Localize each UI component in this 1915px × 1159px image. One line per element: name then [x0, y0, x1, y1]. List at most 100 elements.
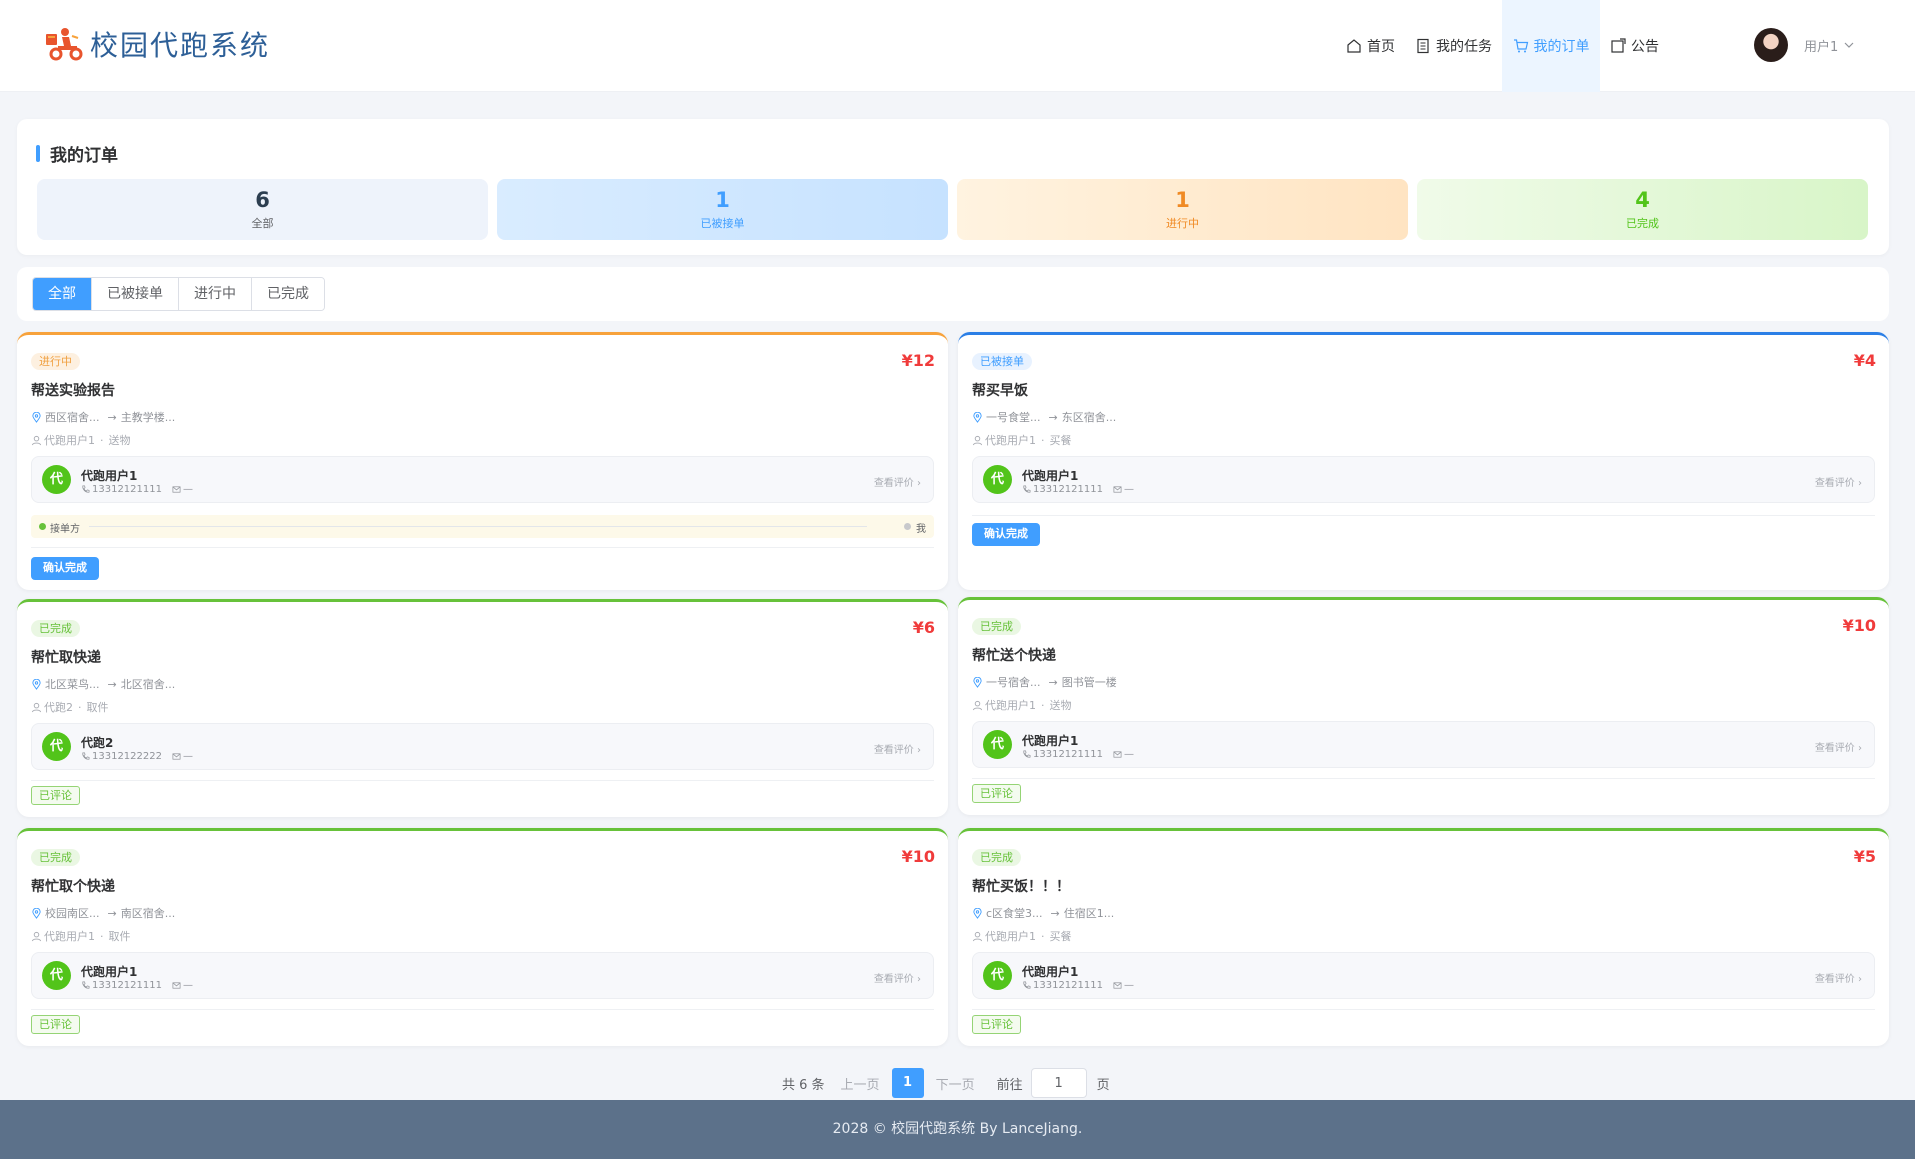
- runner-email: —: [1124, 484, 1134, 495]
- chevron-down-icon: [1844, 42, 1854, 48]
- runner-email: —: [183, 980, 193, 991]
- phone-icon: [1023, 981, 1031, 989]
- confirm-complete-button[interactable]: 确认完成: [972, 523, 1040, 546]
- runner-panel: 代 代跑用户1 13312121111 — 查看评价 ›: [972, 456, 1875, 503]
- route-from: c区食堂3...: [986, 907, 1043, 920]
- runner-email-wrap: —: [172, 980, 193, 991]
- reviewed-tag: 已评论: [972, 1015, 1021, 1034]
- order-summary-card: 我的订单 6 全部 1 已被接单 1 进行中 4 已完成: [17, 119, 1889, 255]
- goto-page-input[interactable]: [1030, 1068, 1087, 1098]
- pagination-total: 共 6 条: [782, 1077, 825, 1093]
- route-from: 一号宿舍...: [986, 676, 1041, 689]
- page-title: 我的订单: [36, 141, 118, 166]
- order-price: ¥10: [901, 847, 935, 866]
- meta-runner: 代跑用户1: [985, 930, 1036, 943]
- route-to: 南区宿舍...: [120, 907, 176, 920]
- runner-panel: 代 代跑2 13312122222 — 查看评价 ›: [31, 723, 934, 770]
- progress-end-label: 我: [916, 524, 926, 535]
- nav-label: 我的订单: [1533, 39, 1590, 55]
- order-card: 已完成 ¥10 帮忙取个快递 校园南区... → 南区宿舍... 代跑用户1 ·…: [17, 828, 948, 1046]
- order-card: 已完成 ¥10 帮忙送个快递 一号宿舍... → 图书管一楼 代跑用户1 · 送…: [958, 597, 1889, 815]
- status-badge: 已完成: [31, 620, 80, 637]
- stat-completed[interactable]: 4 已完成: [1417, 179, 1868, 240]
- mail-icon: [172, 486, 181, 493]
- view-review-link[interactable]: 查看评价 ›: [874, 474, 921, 489]
- cart-icon: [1513, 39, 1528, 53]
- order-route: 北区菜鸟... → 北区宿舍...: [31, 676, 175, 692]
- order-card: 已完成 ¥5 帮忙买饭！！！ c区食堂3... → 住宿区1... 代跑用户1 …: [958, 828, 1889, 1046]
- prev-page-button[interactable]: 上一页: [837, 1074, 884, 1093]
- main-nav: 首页 我的任务 我的订单 公告: [1336, 0, 1669, 92]
- runner-name: 代跑用户1: [81, 965, 138, 979]
- nav-item-notice[interactable]: 公告: [1600, 0, 1669, 92]
- view-review-link[interactable]: 查看评价 ›: [1815, 474, 1862, 489]
- nav-item-home[interactable]: 首页: [1336, 0, 1405, 92]
- runner-name: 代跑2: [81, 736, 114, 750]
- meta-runner: 代跑用户1: [44, 434, 95, 447]
- order-price: ¥4: [1853, 351, 1876, 370]
- user-icon: [31, 931, 42, 941]
- status-badge: 进行中: [31, 353, 80, 370]
- route-to: 东区宿舍...: [1061, 411, 1117, 424]
- status-badge: 已完成: [31, 849, 80, 866]
- order-title: 帮送实验报告: [31, 383, 115, 399]
- user-menu[interactable]: 用户1: [1754, 28, 1854, 62]
- meta-type: 取件: [86, 701, 109, 714]
- logo[interactable]: 校园代跑系统: [44, 24, 270, 64]
- phone-icon: [82, 981, 90, 989]
- order-price: ¥12: [901, 351, 935, 370]
- page-unit-label: 页: [1096, 1077, 1110, 1093]
- delivery-scooter-icon: [46, 28, 83, 61]
- confirm-complete-button[interactable]: 确认完成: [31, 557, 99, 580]
- meta-runner: 代跑用户1: [985, 434, 1036, 447]
- view-review-link[interactable]: 查看评价 ›: [1815, 970, 1862, 985]
- order-meta: 代跑2 · 取件: [31, 699, 109, 715]
- order-title: 帮买早饭: [972, 383, 1028, 399]
- nav-item-my-orders[interactable]: 我的订单: [1502, 0, 1600, 92]
- runner-contact: 13312121111 —: [81, 484, 193, 495]
- view-review-link[interactable]: 查看评价 ›: [874, 970, 921, 985]
- stat-all[interactable]: 6 全部: [37, 179, 488, 240]
- next-page-button[interactable]: 下一页: [932, 1074, 979, 1093]
- meta-type: 取件: [108, 930, 131, 943]
- page-number-current[interactable]: 1: [891, 1068, 924, 1098]
- arrow-right-icon: →: [1048, 410, 1058, 424]
- view-review-link[interactable]: 查看评价 ›: [874, 741, 921, 756]
- tab-in-progress[interactable]: 进行中: [178, 278, 251, 310]
- footer: 2028 © 校园代跑系统 By LanceJiang.: [0, 1100, 1915, 1159]
- view-review-link[interactable]: 查看评价 ›: [1815, 739, 1862, 754]
- order-route: 校园南区... → 南区宿舍...: [31, 905, 175, 921]
- user-icon: [31, 435, 42, 445]
- meta-separator: ·: [100, 433, 104, 447]
- tab-all[interactable]: 全部: [33, 278, 91, 310]
- stat-label: 已完成: [1626, 217, 1659, 230]
- nav-item-my-tasks[interactable]: 我的任务: [1405, 0, 1502, 92]
- reviewed-tag: 已评论: [31, 1015, 80, 1034]
- stat-value: 1: [1175, 188, 1190, 212]
- runner-panel: 代 代跑用户1 13312121111 — 查看评价 ›: [31, 952, 934, 999]
- status-tabs: 全部 已被接单 进行中 已完成: [32, 277, 325, 311]
- divider: [972, 778, 1875, 779]
- runner-contact: 13312121111 —: [1022, 484, 1134, 495]
- stat-in-progress[interactable]: 1 进行中: [957, 179, 1408, 240]
- stat-label: 全部: [251, 217, 274, 230]
- location-pin-icon: [32, 678, 41, 690]
- runner-avatar: 代: [42, 732, 71, 761]
- order-title: 帮忙买饭！！！: [972, 879, 1070, 895]
- runner-email-wrap: —: [1113, 749, 1134, 760]
- meta-separator: ·: [1041, 433, 1045, 447]
- tab-taken[interactable]: 已被接单: [91, 278, 178, 310]
- route-from: 北区菜鸟...: [45, 678, 100, 691]
- arrow-right-icon: →: [1048, 675, 1058, 689]
- meta-runner: 代跑用户1: [985, 699, 1036, 712]
- stat-taken[interactable]: 1 已被接单: [497, 179, 948, 240]
- route-to: 住宿区1...: [1063, 907, 1115, 920]
- app-title: 校园代跑系统: [90, 29, 271, 62]
- runner-name: 代跑用户1: [1022, 469, 1079, 483]
- tab-completed[interactable]: 已完成: [251, 278, 324, 310]
- meta-type: 买餐: [1049, 434, 1072, 447]
- arrow-right-icon: →: [107, 677, 117, 691]
- order-route: 一号宿舍... → 图书管一楼: [972, 674, 1117, 690]
- meta-type: 送物: [108, 434, 131, 447]
- stat-value: 1: [715, 188, 730, 212]
